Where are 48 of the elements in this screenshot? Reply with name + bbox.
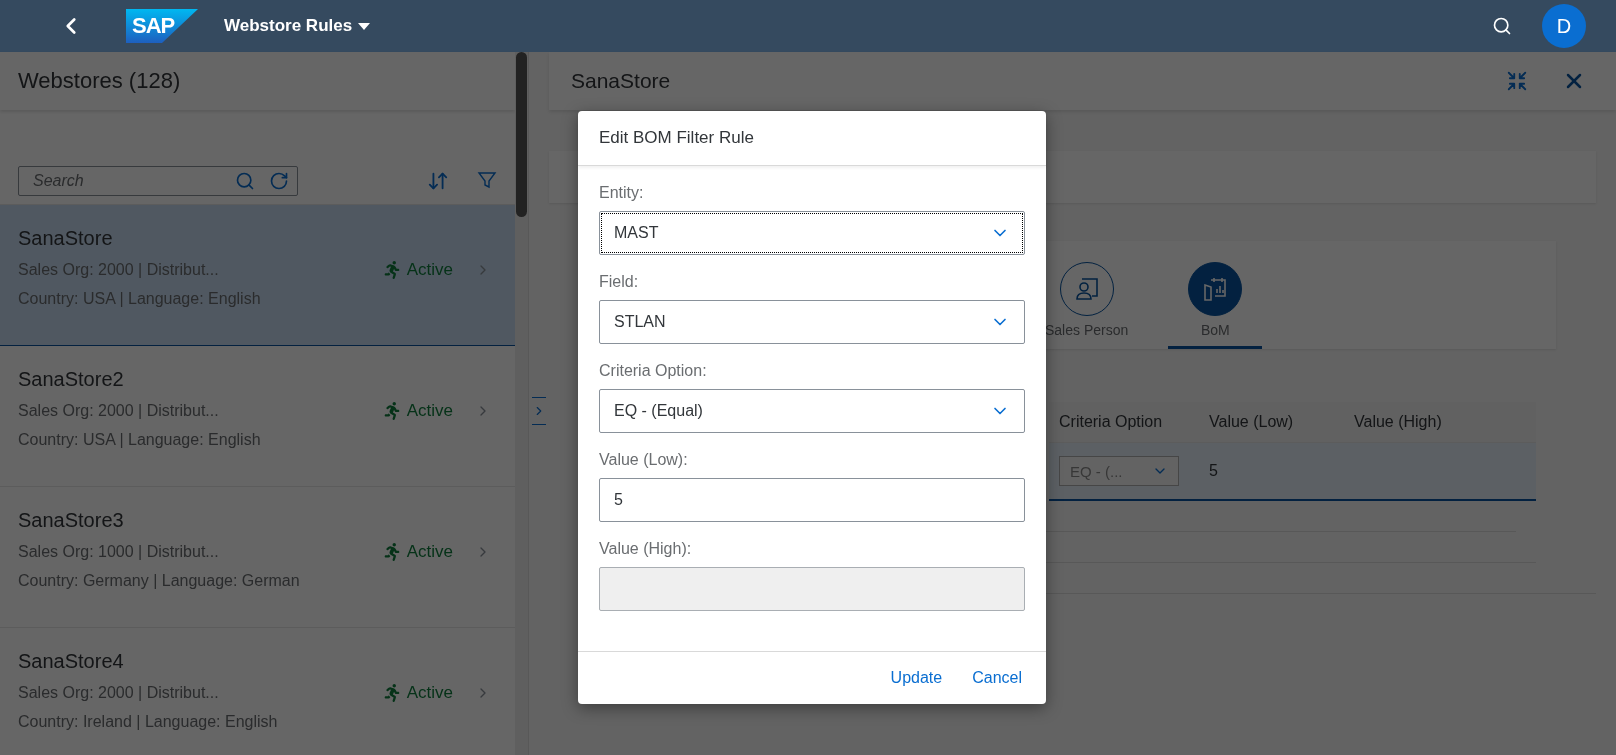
- user-avatar[interactable]: D: [1542, 4, 1586, 48]
- exit-fullscreen-button[interactable]: [1506, 70, 1528, 92]
- person-card-icon: [1073, 276, 1100, 302]
- item-title: SanaStore3: [18, 509, 125, 532]
- item-detail: Country: USA | Language: English: [18, 431, 262, 449]
- search-icon[interactable]: [235, 171, 255, 191]
- status-text: Active: [382, 401, 453, 421]
- select-field[interactable]: EQ - (Equal): [599, 389, 1025, 433]
- runner-icon: [382, 684, 401, 702]
- app-title-menu[interactable]: Webstore Rules: [224, 16, 371, 36]
- select-field[interactable]: MAST: [599, 211, 1025, 255]
- item-detail: Sales Org: 2000 | Distribut...: [18, 684, 219, 702]
- logo: SAP: [126, 9, 198, 43]
- status-text: Active: [382, 542, 453, 562]
- scrollbar-thumb[interactable]: [516, 52, 527, 217]
- expand-button[interactable]: [532, 396, 546, 425]
- status-text: Active: [382, 260, 453, 280]
- search-input[interactable]: Search: [31, 171, 221, 191]
- item-title: SanaStore: [18, 227, 114, 250]
- item-detail: Country: Ireland | Language: English: [18, 713, 279, 731]
- field-label: Entity:: [599, 184, 645, 202]
- runner-icon: [382, 261, 401, 279]
- dialog-button[interactable]: Update: [878, 663, 955, 693]
- field-label: Value (Low):: [599, 451, 689, 469]
- status-text: Active: [382, 683, 453, 703]
- item-detail: Sales Org: 2000 | Distribut...: [18, 402, 219, 420]
- icon-tab[interactable]: BoM: [1168, 262, 1263, 349]
- list-title: Webstores (128): [18, 68, 181, 94]
- detail-title: SanaStore: [571, 69, 672, 93]
- runner-icon: [382, 402, 401, 420]
- table-cell: 5: [1199, 443, 1344, 501]
- field-label: Field:: [599, 273, 640, 291]
- dialog-title: Edit BOM Filter Rule: [599, 128, 754, 148]
- field-label: Criteria Option:: [599, 362, 708, 380]
- search-field[interactable]: Search: [18, 166, 298, 196]
- field-label: Value (High):: [599, 540, 693, 558]
- filter-icon[interactable]: [477, 170, 497, 190]
- search-button[interactable]: [1492, 16, 1512, 36]
- input-field[interactable]: 5: [599, 478, 1025, 522]
- sort-icon[interactable]: [427, 170, 449, 192]
- dialog-button[interactable]: Cancel: [960, 663, 1034, 693]
- select-field[interactable]: STLAN: [599, 300, 1025, 344]
- item-title: SanaStore4: [18, 650, 125, 673]
- runner-icon: [382, 543, 401, 561]
- refresh-icon[interactable]: [269, 171, 289, 191]
- item-detail: Country: Germany | Language: German: [18, 572, 301, 590]
- item-detail: Sales Org: 1000 | Distribut...: [18, 543, 219, 561]
- item-title: SanaStore2: [18, 368, 125, 391]
